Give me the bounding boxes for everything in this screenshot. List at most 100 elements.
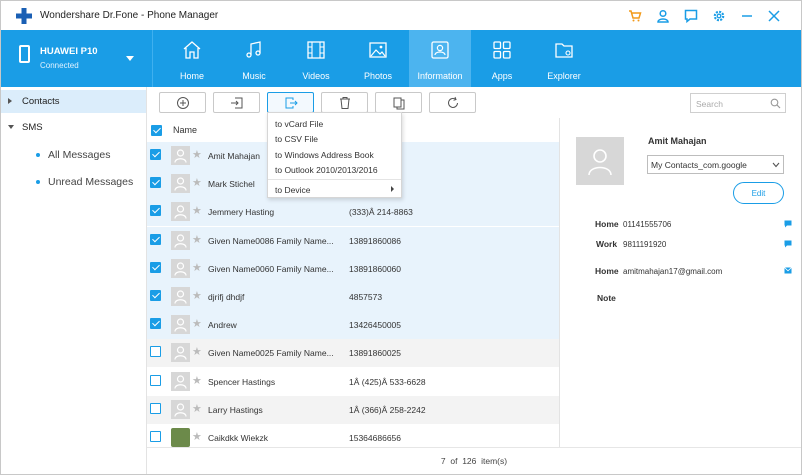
tab-explorer[interactable]: Explorer [533,30,595,87]
menu-item-csv[interactable]: to CSV File [275,134,318,144]
drfone-logo-icon [16,8,32,24]
row-checkbox[interactable] [150,374,161,386]
row-name: Andrew [208,320,237,331]
add-button[interactable] [159,92,206,113]
menu-item-windows-address-book[interactable]: to Windows Address Book [275,150,374,160]
tab-home-label: Home [179,71,204,81]
chat-icon[interactable] [684,9,698,23]
avatar [171,202,190,222]
email-icon[interactable] [784,267,792,274]
tab-apps[interactable]: Apps [471,30,533,87]
row-checkbox[interactable] [150,205,161,217]
table-row[interactable]: ★ Larry Hastings 1Â (366)Â 258-2242 [147,395,559,424]
close-icon[interactable] [767,9,781,23]
star-icon[interactable]: ★ [192,261,202,274]
tab-home[interactable]: Home [161,30,223,87]
star-icon[interactable]: ★ [192,148,202,161]
apps-icon [493,41,511,59]
row-checkbox[interactable] [150,346,161,358]
settings-icon[interactable] [712,9,726,23]
table-row[interactable]: ★ Caikdkk Wiekzk 15364686656 [147,424,559,447]
video-icon [307,41,325,59]
row-name: Given Name0060 Family Name... [208,263,334,274]
row-checkbox[interactable] [150,431,161,442]
account-select[interactable]: My Contacts_com.google [647,155,784,174]
table-row[interactable]: ★ djrifj dhdjf 4857573 [147,283,559,311]
row-checkbox[interactable] [150,233,161,245]
tab-information[interactable]: Information [409,30,471,87]
star-icon[interactable]: ★ [192,289,202,302]
delete-button[interactable] [321,92,368,113]
menu-item-to-device[interactable]: to Device [275,185,310,195]
row-phone: 15364686656 [349,433,402,443]
row-checkbox[interactable] [150,149,161,160]
contacts-toolbar: Search [147,87,801,118]
sidebar-item-sms[interactable]: SMS [1,119,146,137]
tab-photos[interactable]: Photos [347,30,409,87]
search-icon[interactable] [770,98,781,109]
table-row[interactable]: ★ Spencer Hastings 1Â (425)Â 533-6628 [147,368,559,396]
tab-information-label: Information [417,71,463,81]
column-name-header[interactable]: Name [173,125,197,135]
message-icon[interactable] [784,240,792,248]
edit-button[interactable]: Edit [733,182,784,204]
star-icon[interactable]: ★ [192,176,202,189]
person-icon [174,233,187,248]
export-button[interactable] [267,92,314,113]
sidebar-item-all-messages[interactable]: All Messages [1,145,146,165]
star-icon[interactable]: ★ [192,317,202,330]
tab-music[interactable]: Music [223,30,285,87]
avatar [171,399,190,419]
delete-icon [340,97,350,109]
account-select-value: My Contacts_com.google [651,160,747,170]
select-all-checkbox[interactable] [151,125,162,136]
star-icon[interactable]: ★ [192,402,202,415]
row-checkbox[interactable] [150,177,161,189]
table-row[interactable]: ★ Given Name0025 Family Name... 1389186002… [147,339,559,368]
photo-icon [369,42,387,58]
submenu-arrow-icon [391,186,394,192]
sidebar-item-contacts[interactable]: Contacts [1,90,146,113]
star-icon[interactable]: ★ [192,345,202,358]
row-checkbox[interactable] [150,402,161,414]
row-checkbox[interactable] [150,261,161,273]
chevron-down-icon[interactable] [126,56,134,61]
menu-item-outlook[interactable]: to Outlook 2010/2013/2016 [275,165,378,175]
export-icon [285,97,298,109]
row-phone: 4857573 [349,292,383,302]
sidebar-item-unread-messages[interactable]: Unread Messages [1,172,146,192]
merge-button[interactable] [375,92,422,113]
avatar [171,315,190,335]
row-name: Mark Stichel [208,179,255,190]
table-row[interactable]: ★ Given Name0086 Family Name... 1389186008… [147,226,559,255]
menu-item-vcard[interactable]: to vCard File [275,119,323,129]
star-icon[interactable]: ★ [192,233,202,246]
chevron-right-icon [8,98,12,104]
table-row[interactable]: ★ Jemmery Hasting (333)Â 214-8863 [147,198,559,227]
bullet-icon [36,180,40,184]
import-button[interactable] [213,92,260,113]
star-icon[interactable]: ★ [192,204,202,217]
tab-videos[interactable]: Videos [285,30,347,87]
app-window: Wondershare Dr.Fone - Phone Manager HUAW… [0,0,802,475]
star-icon[interactable]: ★ [192,430,202,443]
minimize-icon[interactable] [740,9,754,23]
row-name: Given Name0025 Family Name... [208,348,334,359]
row-checkbox[interactable] [150,318,161,330]
refresh-button[interactable] [429,92,476,113]
sidebar: Contacts SMS All Messages Unread Message… [1,87,147,474]
field-label-note: Note [597,293,616,303]
star-icon[interactable]: ★ [192,374,202,387]
row-name: Amit Mahajan [208,151,260,161]
cart-icon[interactable] [628,9,642,23]
device-selector[interactable]: HUAWEI P10 Connected [1,30,153,87]
row-name: Larry Hastings [208,404,263,415]
table-row[interactable]: ★ Given Name0060 Family Name... 1389186006… [147,254,559,283]
user-icon[interactable] [656,9,670,23]
table-row[interactable]: ★ Andrew 13426450005 [147,311,559,340]
search-input[interactable]: Search [690,93,786,113]
total-count: 126 [462,456,477,466]
search-placeholder: Search [696,99,723,109]
message-icon[interactable] [784,220,792,228]
row-checkbox[interactable] [150,290,161,301]
